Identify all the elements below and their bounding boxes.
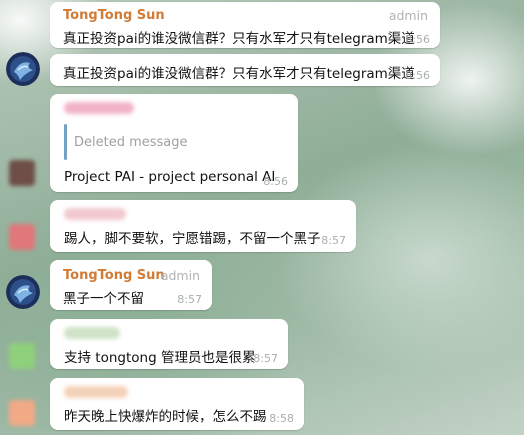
- message-time: 8:58: [269, 412, 294, 425]
- message-text: 踢人，脚不要软，宁愿错踢，不留一个黑子: [64, 231, 321, 247]
- message-time: 8:56: [405, 69, 430, 82]
- message-bubble[interactable]: 真正投资pai的谁没微信群？只有水军才只有telegram渠道 8:56: [50, 54, 440, 86]
- user-avatar-blurred[interactable]: [9, 343, 35, 369]
- message-time: 8:57: [177, 293, 202, 306]
- reply-indicator: [64, 124, 67, 160]
- message-text: 真正投资pai的谁没微信群？只有水军才只有telegram渠道: [63, 66, 415, 82]
- avatar-icon: [6, 275, 40, 309]
- message-bubble[interactable]: 支持 tongtong 管理员也是很累 8:57: [50, 319, 288, 369]
- message-bubble[interactable]: 昨天晚上快爆炸的时候，怎么不踢 8:58: [50, 378, 304, 430]
- user-avatar[interactable]: [6, 52, 40, 86]
- reply-preview[interactable]: Deleted message: [74, 135, 188, 150]
- message-text: 真正投资pai的谁没微信群？只有水军才只有telegram渠道: [63, 31, 415, 47]
- user-avatar-blurred[interactable]: [9, 160, 35, 186]
- message-bubble[interactable]: 踢人，脚不要软，宁愿错踢，不留一个黑子 8:57: [50, 200, 356, 252]
- sender-name-blurred: [64, 386, 128, 398]
- message-bubble[interactable]: TongTong Sun admin 真正投资pai的谁没微信群？只有水军才只有…: [50, 2, 440, 48]
- user-avatar[interactable]: [6, 275, 40, 309]
- avatar-icon: [6, 52, 40, 86]
- message-text: Project PAI - project personal AI: [64, 169, 276, 185]
- message-bubble[interactable]: Deleted message Project PAI - project pe…: [50, 94, 298, 192]
- user-avatar-blurred[interactable]: [9, 400, 35, 426]
- message-bubble[interactable]: TongTong Sun admin 黑子一个不留 8:57: [50, 260, 212, 310]
- message-text: 黑子一个不留: [63, 291, 144, 307]
- sender-name-blurred: [64, 327, 120, 339]
- message-time: 8:56: [405, 33, 430, 46]
- message-text: 昨天晚上快爆炸的时候，怎么不踢: [64, 409, 267, 425]
- admin-badge: admin: [388, 8, 428, 23]
- sender-name[interactable]: TongTong Sun: [63, 268, 165, 283]
- sender-name-blurred: [64, 208, 126, 220]
- admin-badge: admin: [160, 268, 200, 283]
- message-time: 8:57: [253, 352, 278, 365]
- user-avatar-blurred[interactable]: [9, 224, 35, 250]
- message-time: 8:56: [263, 175, 288, 188]
- sender-name-blurred: [64, 102, 134, 114]
- sender-name[interactable]: TongTong Sun: [63, 8, 165, 23]
- message-time: 8:57: [321, 234, 346, 247]
- message-text: 支持 tongtong 管理员也是很累: [64, 350, 256, 366]
